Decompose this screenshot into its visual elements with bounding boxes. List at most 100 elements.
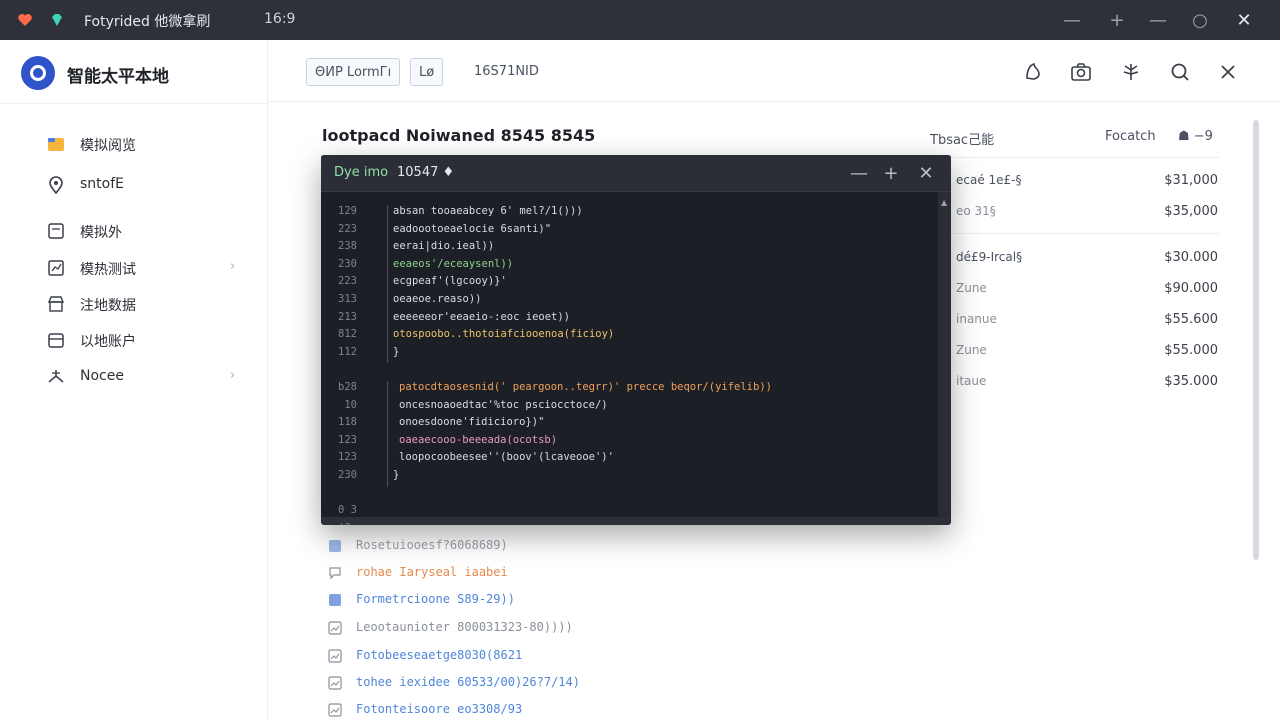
code-line[interactable]: b28 patocdtaosesnid(' peargoon..tegrr)' p…	[321, 381, 921, 397]
list-item-text: Rosetuiooesf?6068689)	[356, 538, 508, 552]
indent-guide	[387, 381, 388, 487]
row-value: $31,000	[1164, 173, 1218, 188]
page-title: lootpacd Noiwaned 8545 8545	[322, 126, 596, 145]
app-logo-icon	[21, 56, 55, 90]
add-icon[interactable]: +	[1105, 8, 1129, 32]
close-icon[interactable]: ✕	[915, 162, 937, 184]
list-item-text: Fotonteisoore eo3308/93	[356, 702, 523, 716]
row-label: Zune	[956, 343, 987, 357]
aspect-ratio-label: 16:9	[264, 11, 296, 27]
row-label: inanue	[956, 312, 997, 326]
sidebar-item-nocee[interactable]: Nocee ›	[0, 361, 268, 393]
line-number: 118	[338, 416, 357, 429]
code-line[interactable]: 223 ecgpeaf'(lgcooy)}'	[321, 275, 921, 291]
close-icon[interactable]	[1216, 60, 1240, 84]
column-header-focatch[interactable]: Focatch	[1105, 129, 1156, 144]
sidebar-item-external[interactable]: 模拟外	[0, 215, 268, 247]
code-line[interactable]: 230 eeaeos'/eceaysenl))	[321, 258, 921, 274]
document-blue-icon	[329, 540, 341, 552]
row-value: $30.000	[1164, 250, 1218, 265]
code-line[interactable]: 213 eeeeeeor'eeaeio-:eoc ieoet))	[321, 311, 921, 327]
code-line[interactable]	[321, 363, 921, 379]
minimize-icon[interactable]: —	[1060, 8, 1084, 32]
code-line[interactable]: (?	[321, 522, 921, 525]
chat-icon	[329, 567, 341, 580]
code-editor-window[interactable]: Dye imo 10547 ♦ — + ✕ 129 absan tooaeabce…	[321, 155, 951, 525]
code-line[interactable]: 223 eadoootoeaelocie 6santi)"	[321, 223, 921, 239]
brand: 智能太平本地	[0, 40, 268, 104]
line-number: 213	[338, 310, 357, 323]
chevron-right-icon: ›	[230, 259, 236, 274]
sidebar-item-browse[interactable]: 模拟阅览	[0, 128, 268, 160]
line-number: 223	[338, 222, 357, 235]
chevron-right-icon: ›	[230, 368, 236, 383]
code-line[interactable]: 123 oaeaecooo-beeeada(ocotsb)	[321, 434, 921, 450]
code-line[interactable]: 10 oncesnoaoedtac'%toc psciocctoce/)	[321, 399, 921, 415]
code-text: oncesnoaoedtac'%toc psciocctoce/)	[399, 398, 608, 411]
line-number: 230	[338, 469, 357, 481]
add-icon[interactable]: +	[880, 162, 902, 184]
record-id: 16S71NID	[474, 64, 539, 79]
maximize-icon[interactable]: ○	[1188, 8, 1212, 32]
code-line[interactable]: 112}	[321, 346, 921, 362]
search-icon[interactable]	[1168, 60, 1192, 84]
divider	[951, 157, 1219, 158]
sidebar-item-location[interactable]: sntofE	[0, 169, 268, 201]
scroll-up-icon[interactable]: ▲	[941, 198, 947, 207]
image-icon	[328, 703, 342, 717]
tab-primary[interactable]: ΘИР LormГı	[306, 58, 401, 86]
sidebar-item-testing[interactable]: 模热测试 ›	[0, 252, 268, 284]
code-text: eerai|dio.ieal))	[393, 240, 495, 253]
code-text: oeaeoe.reaso))	[393, 293, 482, 305]
minimize-icon[interactable]: —	[848, 162, 870, 184]
shield-icon[interactable]	[1021, 60, 1045, 84]
row-value: $55.000	[1164, 343, 1218, 358]
code-text: patocdtaosesnid(' peargoon..tegrr)' prec…	[399, 381, 772, 393]
document-blue-icon	[329, 594, 341, 606]
sidebar-item-account[interactable]: 以地账户	[0, 324, 268, 356]
code-window-title: Dye imo	[334, 165, 389, 180]
code-line[interactable]: 0 3	[321, 504, 921, 520]
close-window-icon[interactable]: ✕	[1232, 8, 1256, 32]
row-label: Zune	[956, 281, 987, 295]
line-number: b28	[338, 381, 357, 393]
line-number: 313	[338, 293, 357, 305]
image-icon	[328, 676, 342, 690]
minimize-alt-icon[interactable]: —	[1146, 8, 1170, 32]
line-number: 230	[338, 257, 357, 270]
code-text: loopocoobeesee''(boov'(lcaveooe')'	[399, 451, 614, 464]
row-value: $90.000	[1164, 281, 1218, 296]
app-name: 智能太平本地	[67, 67, 169, 87]
line-number: 123	[338, 451, 357, 464]
column-header-extra[interactable]: ☗ −9	[1178, 129, 1213, 144]
sidebar-item-label: 模拟外	[80, 225, 122, 241]
row-value: $35,000	[1164, 204, 1218, 219]
code-window-titlebar[interactable]: Dye imo 10547 ♦ — + ✕	[321, 155, 951, 192]
column-header-type[interactable]: Tbsac己能	[930, 129, 994, 148]
code-scrollbar[interactable]: ▲	[938, 192, 951, 517]
line-number: 10	[344, 398, 357, 411]
code-line[interactable]: 230}	[321, 469, 921, 485]
code-line[interactable]: 129 absan tooaeabcey 6' mel?/1()))	[321, 205, 921, 221]
tab-secondary[interactable]: Lø	[410, 58, 444, 86]
camera-icon[interactable]	[1069, 60, 1093, 84]
code-line[interactable]	[321, 487, 921, 503]
code-editor-body[interactable]: 129 absan tooaeabcey 6' mel?/1())) 223 eado…	[321, 192, 938, 525]
plant-icon[interactable]	[1119, 60, 1143, 84]
code-line[interactable]: 812 otospoobo..thotoiafciooenoa(ficioy)	[321, 328, 921, 344]
sidebar-item-data[interactable]: 注地数据	[0, 288, 268, 320]
code-line[interactable]: 123 loopocoobeesee''(boov'(lcaveooe')'	[321, 451, 921, 467]
sidebar-item-label: sntofE	[80, 176, 124, 192]
line-number: (?	[335, 522, 357, 525]
chart-icon	[48, 260, 64, 276]
list-item-text: Leootaunioter 800031323-80))))	[356, 620, 573, 634]
code-line[interactable]: 238 eerai|dio.ieal))	[321, 240, 921, 256]
line-number: 0 3	[338, 504, 357, 517]
code-window-tab[interactable]: 10547 ♦	[397, 165, 454, 180]
code-text: absan tooaeabcey 6' mel?/1()))	[393, 205, 583, 217]
sidebar-item-label: 注地数据	[80, 298, 136, 314]
vertical-scrollbar[interactable]	[1253, 120, 1259, 560]
code-line[interactable]: 313 oeaeoe.reaso))	[321, 293, 921, 309]
code-text: ecgpeaf'(lgcooy)}'	[393, 275, 507, 288]
code-line[interactable]: 118 onoesdoone'fidicioro})"	[321, 416, 921, 432]
